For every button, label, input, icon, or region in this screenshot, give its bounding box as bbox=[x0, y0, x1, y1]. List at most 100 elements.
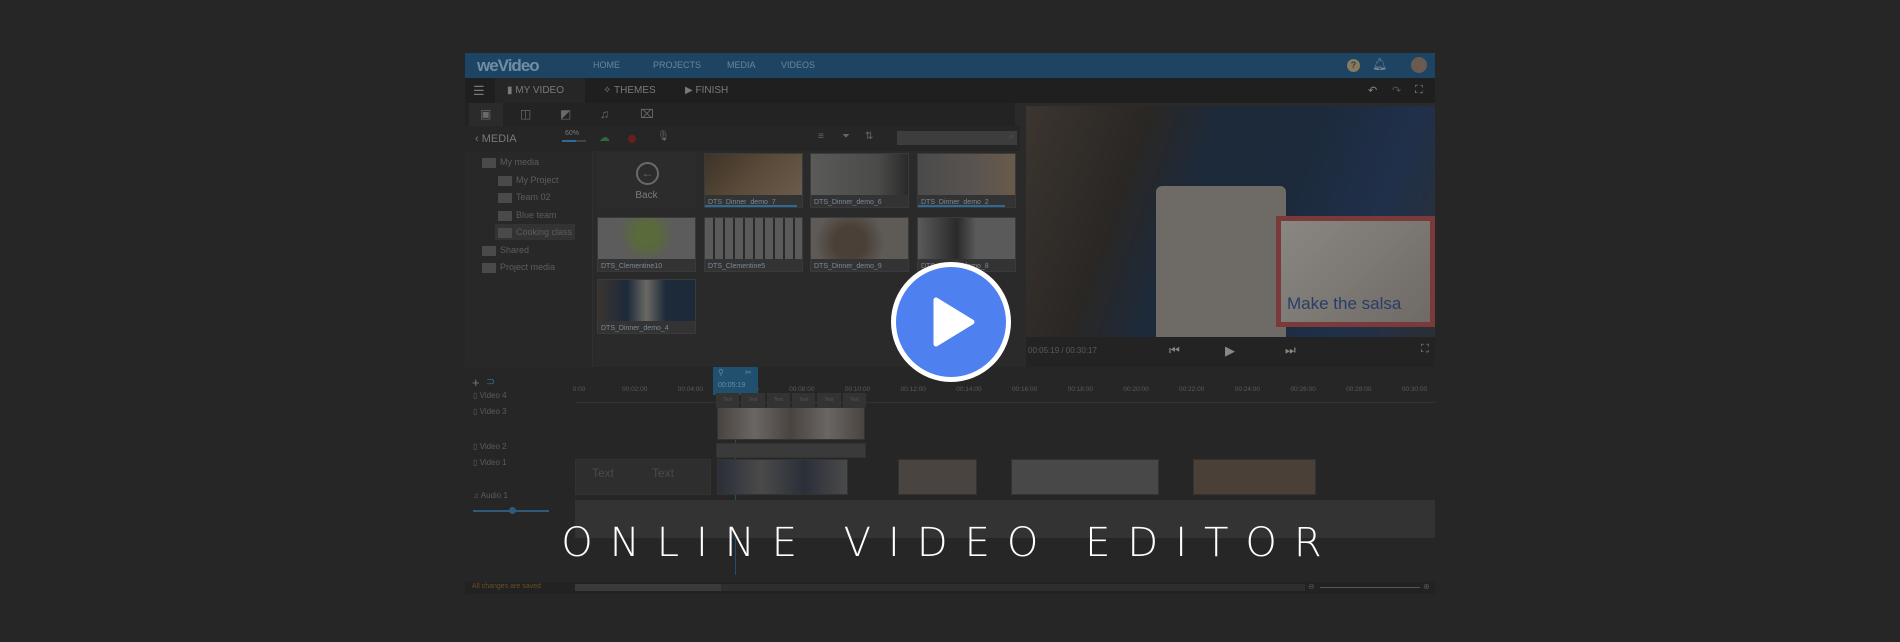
filter-icon[interactable]: ⏷ bbox=[842, 131, 850, 142]
ruler-label: 00:18:00 bbox=[1067, 386, 1093, 393]
redo-icon[interactable]: ↷ bbox=[1392, 84, 1401, 97]
ruler-label: 00:16:00 bbox=[1011, 386, 1038, 393]
video-4-text-clip[interactable]: Text bbox=[842, 393, 866, 407]
wand-icon: ✧ bbox=[603, 85, 614, 96]
media-thumbnail[interactable]: DTS_Dinner_demo_4 bbox=[597, 279, 696, 334]
headline: ONLINE VIDEO EDITOR bbox=[561, 520, 1339, 566]
track-video-3[interactable]: ▯ Video 3 bbox=[473, 407, 507, 416]
nav-videos[interactable]: VIDEOS bbox=[781, 60, 815, 70]
media-title: MEDIA bbox=[481, 133, 517, 145]
text-clip[interactable]: Text Text bbox=[575, 459, 711, 495]
sort-icon[interactable]: ⇅ bbox=[865, 131, 873, 142]
ruler-label: 00:24:00 bbox=[1234, 386, 1261, 393]
media-tool-tabs: ▣ ◫ ◩ ♫ ⌧ bbox=[465, 103, 1015, 126]
ruler-label: 00:04:00 bbox=[677, 386, 704, 393]
folder-my-project[interactable]: My Project bbox=[498, 172, 559, 188]
add-track-icon[interactable]: + bbox=[472, 375, 480, 390]
nav-media[interactable]: MEDIA bbox=[727, 60, 756, 70]
zoom-slider[interactable] bbox=[1320, 587, 1420, 588]
bell-icon[interactable]: 🔔︎ bbox=[1372, 57, 1387, 71]
images-icon[interactable]: ◫ bbox=[520, 107, 531, 121]
avatar[interactable] bbox=[1411, 57, 1427, 73]
video-4-text-clip[interactable]: Text bbox=[817, 393, 841, 407]
volume-slider[interactable] bbox=[473, 507, 549, 514]
nav-projects[interactable]: PROJECTS bbox=[653, 60, 701, 70]
skip-back-icon[interactable]: ⏮︎ bbox=[1169, 343, 1180, 358]
play-video-button[interactable] bbox=[891, 262, 1011, 382]
mode-tabs: ☰ ▮ MY VIDEO ✧ THEMES ▶ FINISH ↶ ↷ ⛶ bbox=[465, 78, 1435, 103]
timeline-scrollbar[interactable] bbox=[575, 584, 1305, 591]
track-audio-1[interactable]: ♫ Audio 1 bbox=[473, 491, 508, 500]
media-search-input[interactable]: ⌕ bbox=[897, 131, 1017, 145]
folder-my-media[interactable]: My media bbox=[482, 154, 539, 170]
folder-project-media[interactable]: Project media bbox=[482, 259, 555, 275]
video-4-text-clip[interactable]: Text bbox=[716, 393, 740, 407]
zoom-in-icon[interactable]: ⊕ bbox=[1423, 582, 1430, 591]
video-1-clip[interactable] bbox=[717, 459, 848, 495]
folder-shared[interactable]: Shared bbox=[482, 242, 529, 258]
undo-icon[interactable]: ↶ bbox=[1368, 84, 1377, 97]
track-video-2[interactable]: ▯ Video 2 bbox=[473, 442, 507, 451]
tab-label: FINISH bbox=[695, 85, 729, 96]
overlay-card: Make the salsa bbox=[1276, 216, 1435, 327]
magnet-icon[interactable]: ⊃ bbox=[486, 375, 495, 388]
transitions-icon[interactable]: ◩ bbox=[560, 107, 571, 121]
back-label: Back bbox=[635, 190, 658, 201]
ruler-label: 00:22:00 bbox=[1179, 386, 1205, 393]
back-arrow-icon: ← bbox=[636, 162, 659, 185]
zoom-out-icon[interactable]: ⊖ bbox=[1308, 582, 1315, 591]
video-1-clip[interactable] bbox=[1193, 459, 1316, 495]
split-icon: ✂ bbox=[745, 368, 752, 377]
preview-frame bbox=[1156, 186, 1286, 337]
media-thumbnail[interactable]: DTS_Dinner_demo_9 bbox=[810, 217, 909, 272]
media-thumbnail[interactable]: DTS_Clementine5 bbox=[704, 217, 803, 272]
play-icon bbox=[933, 297, 975, 347]
folder-blue-team[interactable]: Blue team bbox=[498, 207, 557, 223]
video-2-clip[interactable] bbox=[716, 443, 866, 458]
list-view-icon[interactable]: ≡ bbox=[818, 131, 824, 142]
media-thumbnail[interactable]: DTS_Dinner_demo_7 bbox=[704, 153, 803, 208]
play-icon[interactable]: ▶ bbox=[1225, 343, 1235, 359]
nav-home[interactable]: HOME bbox=[593, 60, 620, 70]
track-video-4[interactable]: ▯ Video 4 bbox=[473, 391, 507, 400]
media-thumbnail[interactable]: DTS_Clementine10 bbox=[597, 217, 696, 272]
tab-themes[interactable]: ✧ THEMES bbox=[603, 78, 656, 103]
music-icon[interactable]: ♫ bbox=[600, 107, 609, 121]
folder-team-02[interactable]: Team 02 bbox=[498, 189, 551, 205]
media-thumbnail[interactable]: DTS_Dinner_demo_2 bbox=[917, 153, 1016, 208]
menu-icon[interactable]: ☰ bbox=[473, 83, 485, 99]
preview-fullscreen-icon[interactable]: ⛶ bbox=[1421, 343, 1429, 356]
track-video-1[interactable]: ▯ Video 1 bbox=[473, 458, 507, 467]
tab-my-video[interactable]: ▮ MY VIDEO bbox=[495, 78, 585, 103]
playhead-marker[interactable]: ⚲ ✂ 00:05:19 bbox=[713, 367, 758, 395]
video-1-clip[interactable] bbox=[1011, 459, 1159, 495]
ruler-label: 00:26:00 bbox=[1290, 386, 1316, 393]
help-icon[interactable]: ? bbox=[1347, 59, 1360, 72]
ruler-label: 00:20:00 bbox=[1123, 386, 1149, 393]
ruler-label: 00:12:00 bbox=[900, 386, 926, 393]
media-back-button[interactable]: ‹ MEDIA bbox=[475, 133, 517, 145]
record-icon[interactable] bbox=[628, 135, 636, 143]
fullscreen-icon[interactable]: ⛶ bbox=[1415, 84, 1423, 97]
video-4-text-clip[interactable]: Text bbox=[741, 393, 765, 407]
microphone-icon[interactable]: 🎙︎ bbox=[657, 131, 670, 142]
video-1-clip[interactable] bbox=[898, 459, 977, 495]
video-4-text-clip[interactable]: Text bbox=[766, 393, 790, 407]
video-preview[interactable]: Make the salsa bbox=[1026, 106, 1435, 337]
media-thumbnail[interactable]: DTS_Dinner_demo_6 bbox=[810, 153, 909, 208]
tab-finish[interactable]: ▶ FINISH bbox=[685, 78, 728, 103]
skip-forward-icon[interactable]: ⏭︎ bbox=[1285, 343, 1296, 358]
video-4-text-clip[interactable]: Text bbox=[791, 393, 816, 407]
finish-icon: ▶ bbox=[685, 85, 696, 96]
text-icon[interactable]: ⌧ bbox=[640, 107, 654, 121]
media-folder-icon[interactable]: ▣ bbox=[480, 107, 491, 121]
top-bar: weVideo HOME PROJECTS MEDIA VIDEOS ? 🔔︎ bbox=[465, 53, 1435, 78]
wevideo-logo[interactable]: weVideo bbox=[477, 56, 540, 76]
video-3-clip[interactable] bbox=[717, 407, 865, 440]
ruler-label: 00:14:00 bbox=[956, 386, 982, 393]
folder-cooking-class[interactable]: Cooking class bbox=[495, 224, 576, 240]
time-display: 00:05:19 / 00:30:17 bbox=[1028, 346, 1097, 355]
back-tile[interactable]: ← Back bbox=[597, 153, 696, 208]
upload-cloud-icon[interactable]: ☁ bbox=[599, 131, 610, 144]
overlay-text: Make the salsa bbox=[1287, 294, 1402, 313]
